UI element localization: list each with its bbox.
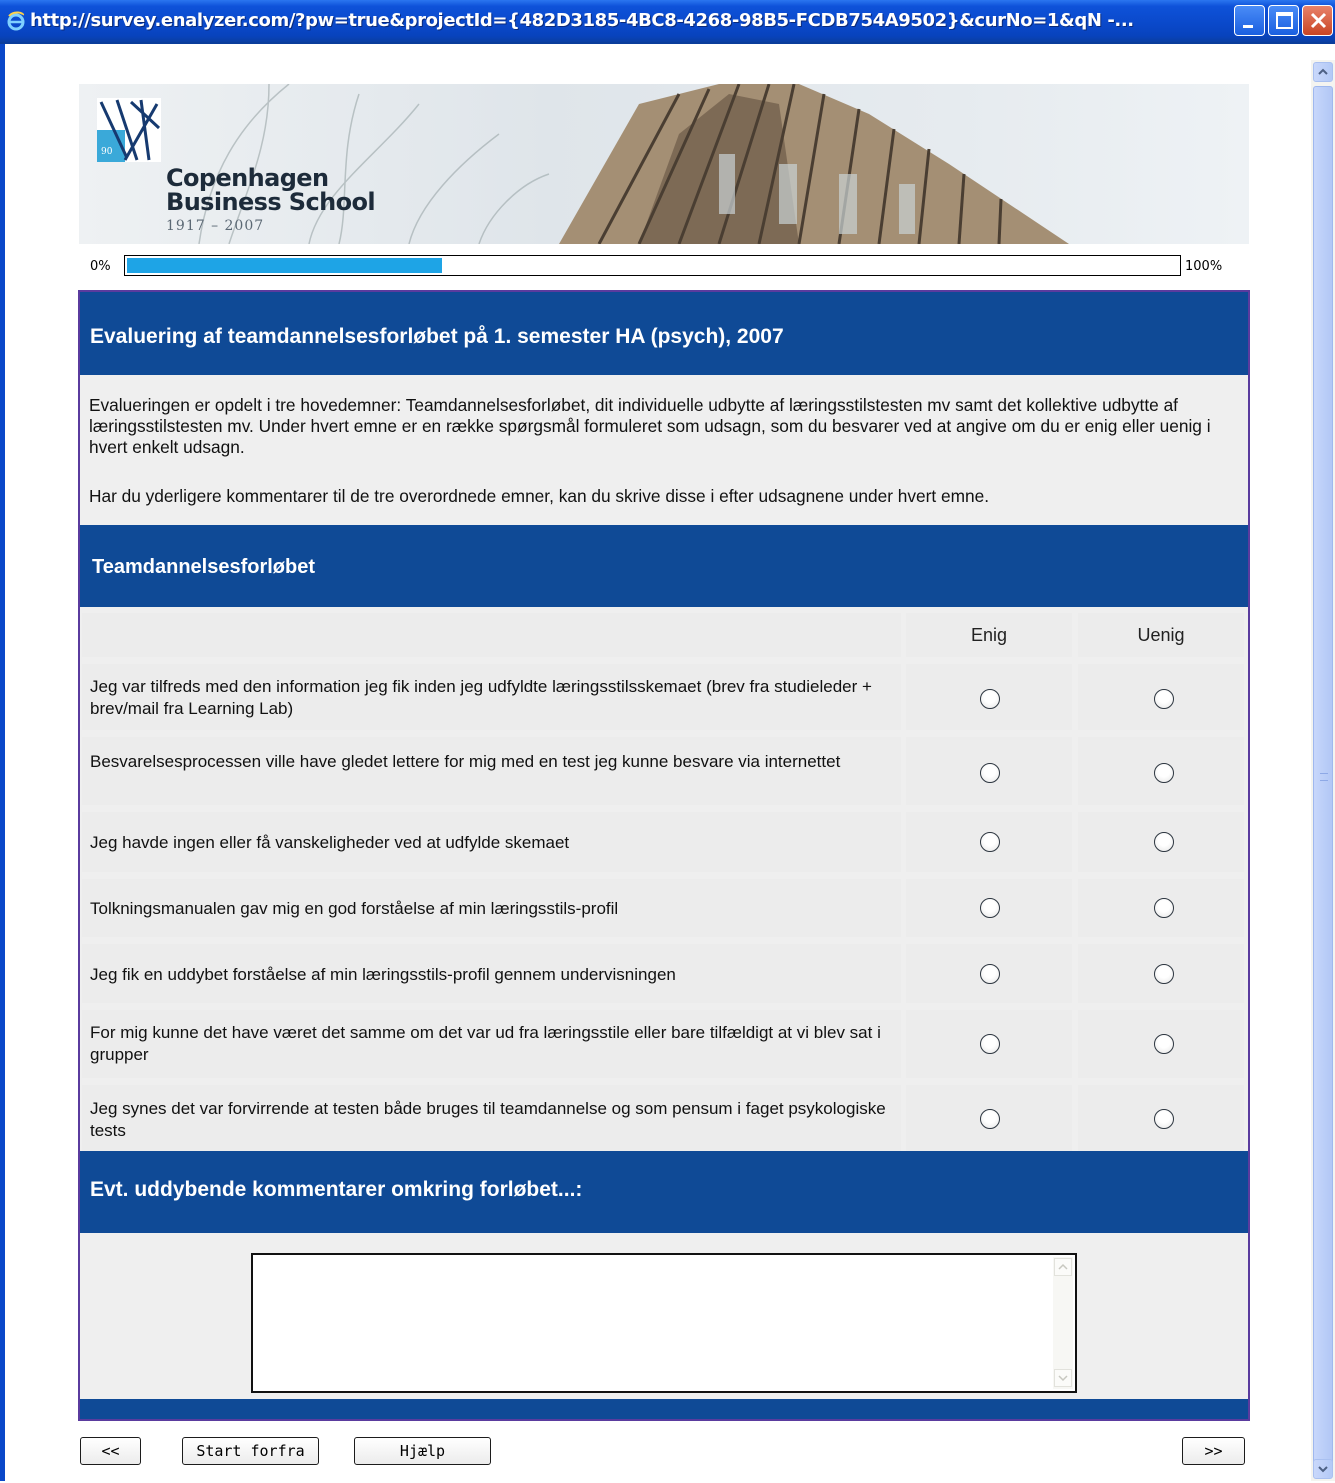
survey-intro: Evalueringen er opdelt i tre hovedemner:… (80, 380, 1248, 526)
radio-enig[interactable] (980, 964, 1000, 984)
scroll-up-button[interactable] (1313, 62, 1333, 82)
column-label-uenig: Uenig (1137, 625, 1185, 645)
intro-paragraph: Har du yderligere kommentarer til de tre… (89, 486, 990, 506)
banner: 90 Copenhagen Business School 1917 – 200… (79, 84, 1249, 244)
radio-enig[interactable] (980, 1034, 1000, 1054)
comment-textarea[interactable] (251, 1253, 1077, 1393)
chevron-up-icon (1318, 68, 1328, 75)
progress-bar (124, 255, 1181, 276)
progress-fill (127, 258, 442, 273)
radio-uenig[interactable] (1154, 689, 1174, 709)
question-text: Jeg havde ingen eller få vanskeligheder … (90, 833, 570, 852)
survey-panel: Evaluering af teamdannelsesforløbet på 1… (78, 290, 1250, 1421)
ie-icon (7, 11, 25, 31)
question-text: Jeg synes det var forvirrende at testen … (90, 1099, 886, 1140)
restart-button[interactable]: Start forfra (182, 1437, 319, 1465)
radio-enig[interactable] (980, 832, 1000, 852)
radio-enig[interactable] (980, 1109, 1000, 1129)
question-text: Besvarelsesprocessen ville have gledet l… (90, 752, 841, 771)
close-icon (1310, 12, 1327, 29)
textarea-scroll-up[interactable] (1054, 1258, 1072, 1276)
scroll-grip (1320, 773, 1328, 781)
minimize-icon (1243, 25, 1253, 28)
radio-uenig[interactable] (1154, 1034, 1174, 1054)
maximize-icon (1276, 12, 1293, 29)
org-name-line2: Business School (166, 188, 376, 216)
progress-max-label: 100% (1185, 259, 1223, 274)
question-text: Tolkningsmanualen gav mig en god forståe… (90, 899, 619, 918)
next-button[interactable]: >> (1182, 1437, 1245, 1465)
org-years: 1917 – 2007 (166, 218, 265, 234)
svg-text:90: 90 (101, 147, 113, 157)
window-title: http://survey.enalyzer.com/?pw=true&proj… (30, 10, 1134, 31)
progress-min-label: 0% (90, 259, 111, 274)
maximize-button[interactable] (1268, 5, 1299, 36)
table-head-spacer (82, 613, 901, 657)
help-button[interactable]: Hjælp (354, 1437, 491, 1465)
comment-title: Evt. uddybende kommentarer omkring forlø… (80, 1151, 1248, 1233)
radio-enig[interactable] (980, 689, 1000, 709)
back-button[interactable]: << (80, 1437, 141, 1465)
radio-uenig[interactable] (1154, 964, 1174, 984)
intro-paragraph: Evalueringen er opdelt i tre hovedemner:… (89, 395, 1211, 457)
radio-enig[interactable] (980, 898, 1000, 918)
question-text: Jeg var tilfreds med den information jeg… (90, 677, 872, 718)
textarea-scrollbar[interactable] (1053, 1257, 1073, 1389)
radio-uenig[interactable] (1154, 832, 1174, 852)
scroll-thumb[interactable] (1313, 86, 1333, 1466)
question-text: For mig kunne det have været det samme o… (90, 1023, 881, 1064)
close-button[interactable] (1302, 5, 1333, 36)
vertical-scrollbar[interactable] (1311, 60, 1335, 1481)
survey-footer-band (80, 1399, 1248, 1419)
radio-enig[interactable] (980, 763, 1000, 783)
radio-uenig[interactable] (1154, 763, 1174, 783)
cbs-logo: 90 (97, 98, 161, 162)
radio-uenig[interactable] (1154, 1109, 1174, 1129)
chevron-down-icon (1058, 1375, 1068, 1382)
chevron-down-icon (1318, 1466, 1328, 1473)
radio-uenig[interactable] (1154, 898, 1174, 918)
survey-title: Evaluering af teamdannelsesforløbet på 1… (80, 292, 1248, 375)
window-frame-left (0, 44, 5, 1481)
question-text: Jeg fik en uddybet forståelse af min lær… (90, 965, 676, 984)
window-titlebar: http://survey.enalyzer.com/?pw=true&proj… (0, 0, 1335, 44)
chevron-up-icon (1058, 1263, 1068, 1270)
textarea-scroll-down[interactable] (1054, 1369, 1072, 1387)
section-title: Teamdannelsesforløbet (80, 525, 1248, 607)
scroll-down-button[interactable] (1313, 1459, 1333, 1479)
column-label-enig: Enig (970, 625, 1008, 645)
minimize-button[interactable] (1234, 5, 1265, 36)
